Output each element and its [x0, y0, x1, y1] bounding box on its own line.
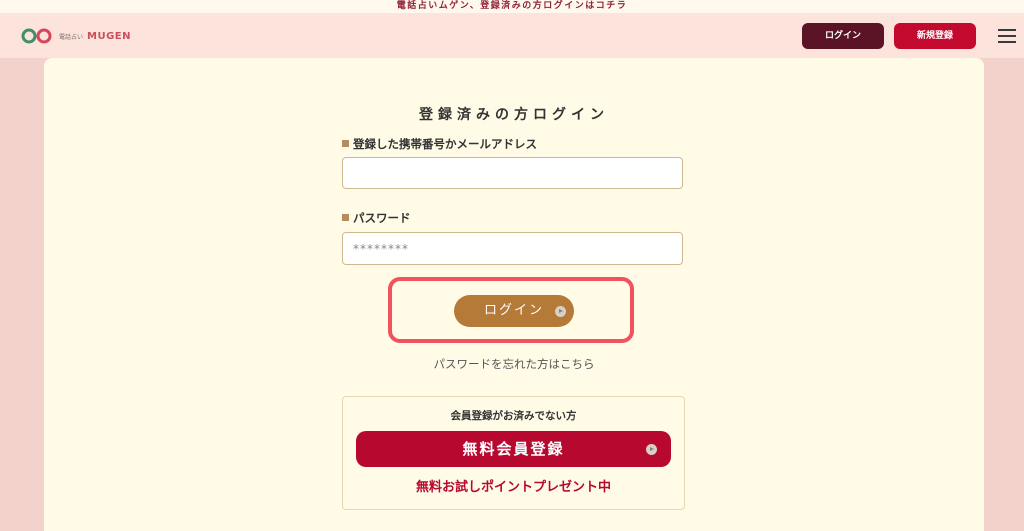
registration-promo: 無料お試しポイントプレゼント中 [415, 480, 611, 495]
header: 電話占い MUGEN ログイン 新規登録 [0, 13, 1024, 58]
hamburger-menu-icon[interactable] [998, 29, 1016, 43]
registration-box: 会員登録がお済みでない方 無料会員登録 無料お試しポイントプレゼント中 [342, 396, 685, 510]
page-title: 登録済みの方ログイン [419, 107, 609, 123]
phone-email-field[interactable] [342, 157, 683, 189]
infinity-logo-icon [21, 28, 52, 44]
login-panel: 登録済みの方ログイン 登録した携帯番号かメールアドレス パスワード ログイン パ… [44, 58, 984, 531]
label-square-icon [342, 214, 349, 221]
arrow-right-icon [646, 443, 657, 455]
free-register-label: 無料会員登録 [462, 440, 565, 458]
label-square-icon [342, 140, 349, 147]
logo-text: MUGEN [87, 30, 131, 42]
phone-email-label: 登録した携帯番号かメールアドレス [342, 136, 537, 152]
header-login-button[interactable]: ログイン [802, 23, 884, 49]
password-field[interactable] [342, 232, 683, 265]
free-register-button[interactable]: 無料会員登録 [356, 431, 671, 467]
forgot-password-link[interactable]: パスワードを忘れた方はこちら [44, 356, 984, 372]
arrow-right-icon [555, 305, 566, 317]
password-label: パスワード [342, 210, 411, 226]
top-banner[interactable]: 電話占いムゲン、登録済みの方ログインはコチラ [0, 0, 1024, 13]
login-button-label: ログイン [483, 303, 544, 318]
header-register-button[interactable]: 新規登録 [894, 23, 976, 49]
logo-subtitle: 電話占い [59, 33, 84, 41]
login-button[interactable]: ログイン [454, 295, 574, 327]
logo[interactable]: 電話占い MUGEN [20, 28, 131, 44]
registration-title: 会員登録がお済みでない方 [450, 410, 577, 422]
